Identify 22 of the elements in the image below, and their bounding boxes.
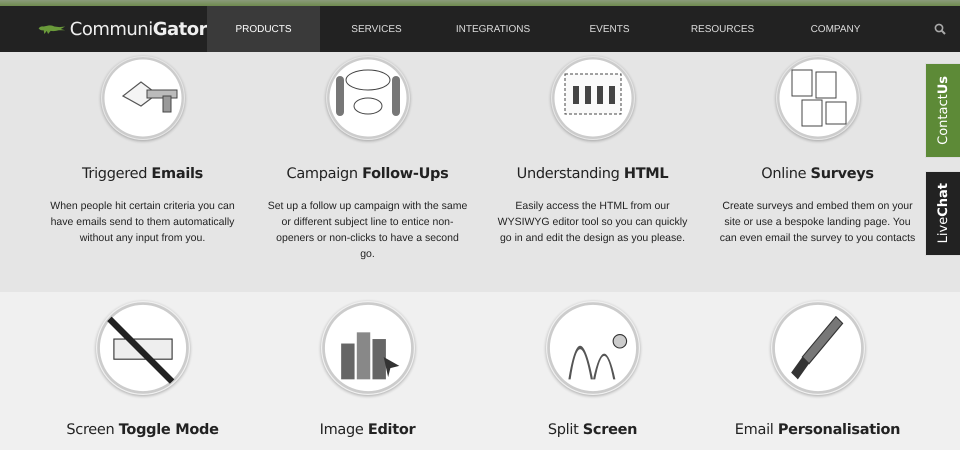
feature-heading: Email Personalisation xyxy=(734,422,900,438)
feature-description: When people hit certain criteria you can have emails send to them automatically without any input from you. xyxy=(49,199,236,246)
feature-heading: Understanding HTML xyxy=(516,166,668,182)
contact-tab[interactable]: ContactUs xyxy=(925,63,960,158)
nav-link[interactable]: RESOURCES xyxy=(666,6,779,52)
live-chat-tab[interactable]: LiveChat xyxy=(925,171,960,256)
feature-description: Create surveys and embed them on your site or use a bespoke landing page. You can even email the survey to you contacts xyxy=(718,199,916,246)
feature-heading: Campaign Follow-Ups xyxy=(286,166,448,182)
feature-heading: Screen Toggle Mode xyxy=(66,422,219,438)
search-icon[interactable] xyxy=(934,23,946,35)
feature-description: Set up a follow up campaign with the same or different subject line to entice non-openers or non-clicks to have a second go. xyxy=(268,199,468,262)
feature-heading: Image Editor xyxy=(320,422,416,438)
nav-link[interactable]: EVENTS xyxy=(553,6,666,52)
nav-link[interactable]: INTEGRATIONS xyxy=(433,6,553,52)
nav-link[interactable]: SERVICES xyxy=(320,6,433,52)
feature-description: Easily access the HTML from our WYSIWYG editor tool so you can quickly go in and edit the design as you please. xyxy=(496,199,688,246)
logo-text[interactable]: CommuniGator xyxy=(70,18,207,40)
feature-heading: Split Screen xyxy=(548,422,638,438)
nav-link[interactable]: PRODUCTS xyxy=(207,6,320,52)
feature-heading: Triggered Emails xyxy=(82,166,203,182)
feature-heading: Online Surveys xyxy=(761,166,874,182)
nav-link[interactable]: COMPANY xyxy=(779,6,892,52)
